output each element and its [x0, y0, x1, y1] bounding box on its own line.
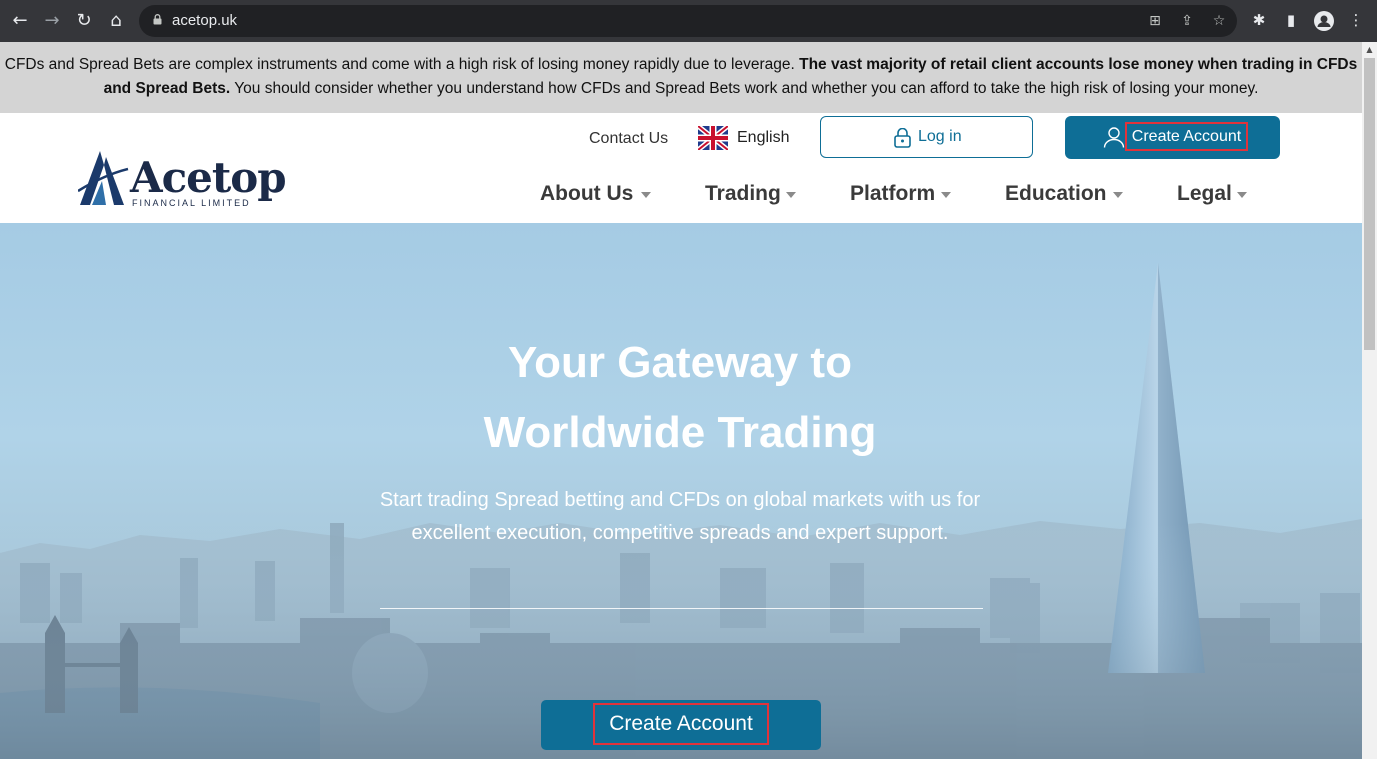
language-selector[interactable]: English [737, 129, 789, 147]
chevron-down-icon [641, 192, 651, 198]
logo-wordmark: Acetop [130, 153, 287, 202]
risk-warning-banner: CFDs and Spread Bets are complex instrum… [0, 42, 1362, 113]
create-account-label-header: Create Account [1125, 122, 1248, 151]
nav-legal-label: Legal [1177, 182, 1232, 205]
hero-title-line-2: Worldwide Trading [483, 408, 877, 457]
extensions-icon[interactable]: ✱ [1249, 10, 1269, 30]
warning-text-1: CFDs and Spread Bets are complex instrum… [4, 56, 800, 73]
login-button[interactable]: Log in [820, 116, 1033, 158]
home-icon[interactable]: ⌂ [104, 9, 128, 33]
create-account-label-hero: Create Account [593, 703, 769, 745]
nav-about-us-label: About Us [540, 182, 634, 205]
bookmark-star-icon[interactable]: ☆ [1209, 11, 1229, 31]
login-label: Log in [918, 128, 962, 145]
hero-divider [380, 608, 983, 609]
hero-section: Your Gateway to Worldwide Trading Start … [0, 223, 1362, 759]
scroll-up-arrow-icon[interactable]: ▲ [1362, 44, 1377, 56]
back-icon[interactable]: ← [8, 9, 32, 33]
nav-legal[interactable]: Legal [1177, 182, 1247, 206]
padlock-icon [894, 128, 911, 148]
nav-education-label: Education [1005, 182, 1107, 205]
logo-subtitle: FINANCIAL LIMITED [132, 198, 251, 208]
chevron-down-icon [786, 192, 796, 198]
profile-icon[interactable] [1314, 11, 1334, 31]
reload-icon[interactable]: ↻ [72, 9, 96, 33]
address-bar[interactable]: acetop.uk ⊞ ⇪ ☆ [139, 5, 1237, 37]
menu-kebab-icon[interactable]: ⋮ [1346, 10, 1366, 30]
side-panel-icon[interactable]: ▮ [1281, 10, 1301, 30]
nav-platform-label: Platform [850, 182, 936, 205]
hero-subtitle: Start trading Spread betting and CFDs on… [379, 489, 981, 544]
hero-title: Your Gateway to Worldwide Trading [380, 328, 980, 468]
chevron-down-icon [1237, 192, 1247, 198]
create-account-button-header[interactable]: Create Account [1065, 116, 1280, 159]
user-icon [1103, 127, 1125, 148]
lock-icon [153, 14, 162, 25]
url-text: acetop.uk [172, 12, 238, 29]
logo-mark-icon [78, 151, 129, 205]
chevron-down-icon [1113, 192, 1123, 198]
share-icon[interactable]: ⇪ [1177, 11, 1197, 31]
nav-platform[interactable]: Platform [850, 182, 951, 206]
nav-trading-label: Trading [705, 182, 781, 205]
scrollbar-thumb[interactable] [1364, 58, 1375, 350]
nav-education[interactable]: Education [1005, 182, 1123, 206]
page-scrollbar[interactable]: ▲ [1362, 42, 1377, 759]
contact-us-link[interactable]: Contact Us [589, 130, 668, 148]
chevron-down-icon [941, 192, 951, 198]
create-account-button-hero[interactable]: Create Account [541, 700, 821, 750]
site-header: Acetop FINANCIAL LIMITED Contact Us Engl… [0, 113, 1362, 223]
nav-trading[interactable]: Trading [705, 182, 796, 206]
uk-flag-icon[interactable] [698, 126, 728, 150]
nav-about-us[interactable]: About Us [540, 182, 651, 206]
warning-text-2: You should consider whether you understa… [230, 80, 1259, 97]
acetop-logo[interactable]: Acetop FINANCIAL LIMITED [78, 151, 288, 211]
browser-toolbar: ← → ↻ ⌂ acetop.uk ⊞ ⇪ ☆ ✱ ▮ ⋮ [0, 0, 1377, 42]
hero-title-line-1: Your Gateway to [508, 338, 852, 387]
translate-icon[interactable]: ⊞ [1145, 11, 1165, 31]
forward-icon[interactable]: → [40, 9, 64, 33]
